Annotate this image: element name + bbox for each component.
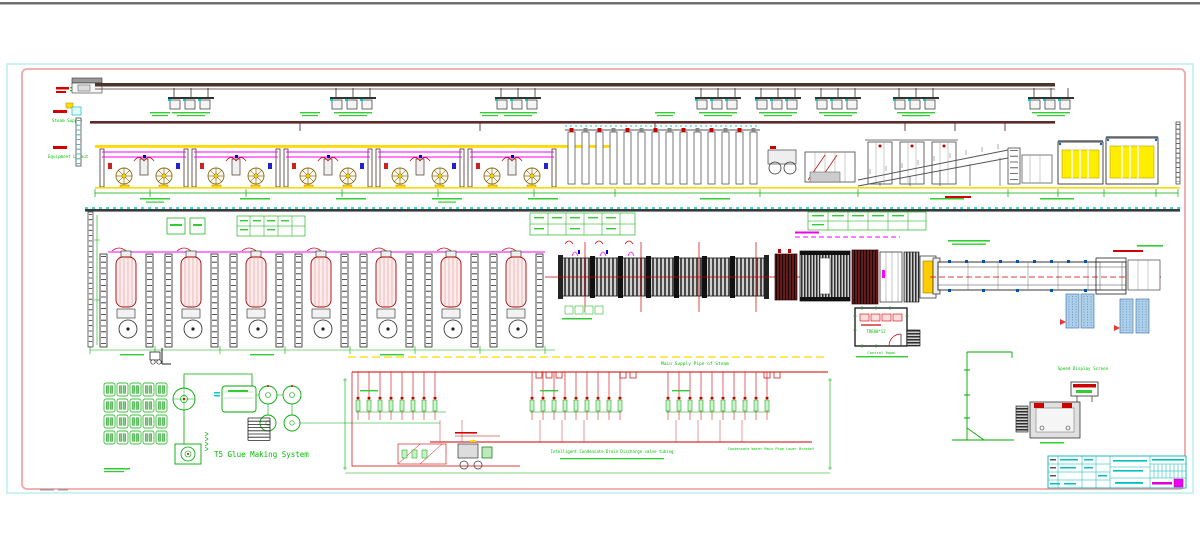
flow-arrow [1060,319,1066,325]
cad-viewport: Steam Supply Equipment Layout [0,0,1200,557]
overhead-rail [95,83,1055,87]
schedule-table-1 [237,216,305,236]
dryer-section [545,241,800,320]
overhead-trolley-group [893,88,939,116]
pallet-stack [1066,294,1079,328]
gluing-machine-elevation [768,146,855,182]
slitter-stacker-plan [775,249,936,304]
down-stacker-1 [1058,140,1103,184]
stairs-block [907,330,920,346]
printer-machine [1016,402,1080,444]
display-pole [952,352,1014,440]
mill-roll-stand-plan [100,248,153,347]
margin-label-equipment: Equipment Layout [48,146,89,159]
control-room-caption: Control Room [867,350,895,355]
company-name-marks [1152,482,1172,485]
overhead-trolley-group [815,88,861,116]
speed-display-area: Speed Display Screen [952,352,1109,444]
left-piping-cage [352,372,520,466]
overhead-trolley-group [755,88,801,116]
condensate-caption: Condensate Water Main Pipe Lower Bracket [728,447,815,451]
mill-roll-stand [100,149,188,188]
pipe-annotations [150,112,925,116]
mid-plan-view: TRE08*12 Control Room [85,208,1180,357]
control-room: TRE08*12 Control Room [853,306,920,357]
glue-tank-grid [104,383,167,444]
top-elevation-view [72,78,1180,203]
cad-drawing: Steam Supply Equipment Layout [0,0,1200,557]
pallet-stack [1120,299,1133,333]
dimension-line-top [95,189,1178,197]
mill-roll-stand-plan [425,248,478,347]
mill-roll-stand [192,149,280,188]
mill-roll-stand-plan [360,248,413,347]
forklift-symbol [150,348,171,364]
glue-feed-pump [175,444,201,464]
mill-roll-stand-plan [230,248,283,347]
flow-arrow [1114,325,1120,331]
dimension-labels-top [140,196,1074,203]
mill-roll-stand [284,149,372,188]
overhead-trolley-group [168,88,214,116]
steam-piping-diagram: Main Supply Pipe of Steam [343,357,832,473]
steam-branch-cluster-c [666,372,770,420]
drain-note-caption: Intelligent Condensate Drain Discharge v… [551,449,674,454]
exit-conveyor-plan [930,258,1162,294]
rail-end-box [72,78,102,83]
title-block [1048,456,1186,488]
bridge-section [565,126,760,184]
steam-branch-cluster-b [530,372,622,420]
steam-branch-cluster-a [356,372,446,420]
equipment-layout-label: Equipment Layout [48,154,89,159]
boiler-feed-unit [455,436,500,469]
mill-roll-stand [376,149,464,188]
pallet-stack [1081,294,1094,328]
mill-roll-stand [468,149,556,188]
overhead-trolley-group [1028,88,1074,116]
overhead-trolley-group [330,88,376,116]
company-logo [1174,479,1183,487]
left-ladder-post [88,212,93,347]
down-stacker-2 [1106,136,1158,184]
glue-mixer [173,388,195,410]
pallet-stack [1136,299,1149,333]
glue-system-title: T5 Glue Making System [214,450,309,459]
mill-roll-stand-plan [165,248,218,347]
schedule-table-3 [808,212,926,230]
dryer-green-labels [562,306,603,320]
expansion-loops [536,372,780,378]
mill-roll-stand-plan [295,248,348,347]
overhead-trolley-group [495,88,541,116]
speed-display-screen [1071,382,1098,402]
speed-display-caption: Speed Display Screen [1058,366,1109,371]
line-rail [85,209,1180,212]
glue-storage-tank [214,386,256,412]
unit-labels-green [167,218,205,234]
steam-header-caption: Main Supply Pipe of Steam [661,361,729,367]
overhead-trolley-group [695,88,741,116]
mill-roll-stand-plan [490,248,543,347]
floor-line [95,187,1180,189]
machine-top-beam [95,145,615,148]
schedule-table-2 [530,213,635,235]
steam-main-pipe-elevation [90,121,1055,124]
window-top-line [0,2,1200,5]
cutoff-stacker-elevation [858,140,1052,186]
control-room-label: TRE08*12 [866,329,886,334]
